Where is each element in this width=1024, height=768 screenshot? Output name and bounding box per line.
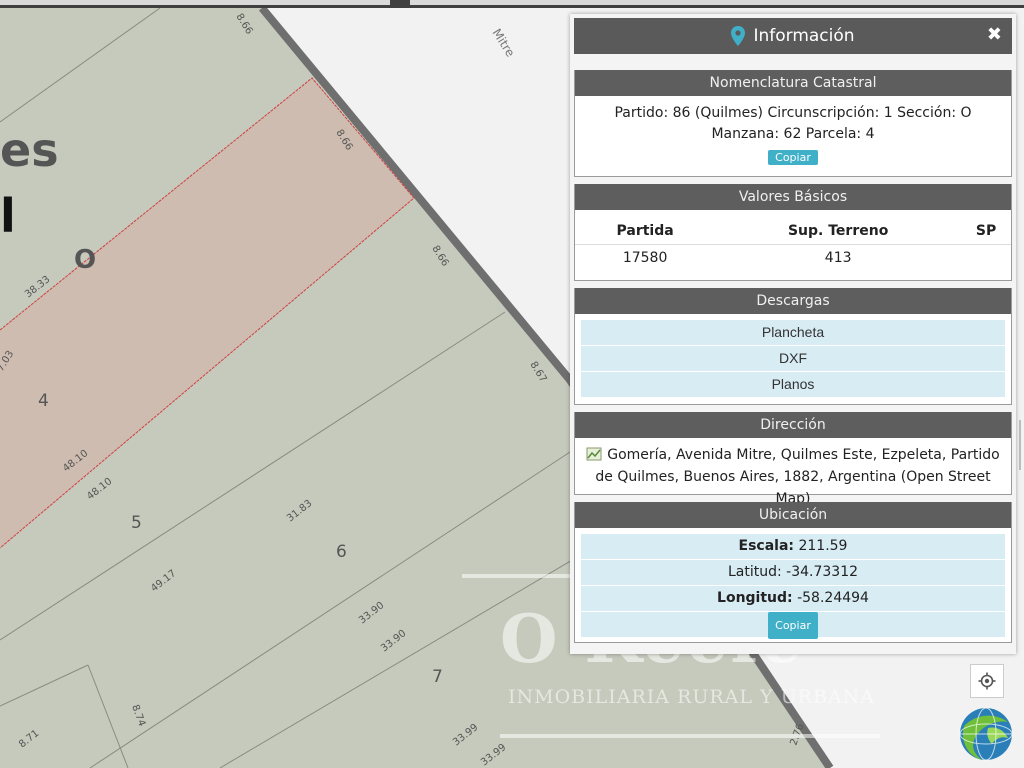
parcel-number: 5 [131, 513, 142, 533]
info-panel: Información ✖ Nomenclatura Catastral Par… [570, 14, 1016, 654]
map-pin-icon [731, 26, 746, 46]
table-cell: 413 [824, 250, 852, 266]
column-header: SP [961, 218, 1011, 245]
watermark-line [500, 734, 880, 738]
longitud-value: -58.24494 [797, 590, 869, 606]
section-header: Descargas [575, 288, 1011, 314]
address-text: Gomería, Avenida Mitre, Quilmes Este, Ez… [595, 447, 1000, 507]
download-planos-link[interactable]: Planos [581, 372, 1005, 398]
nomenclatura-text: Partido: 86 (Quilmes) Circunscripción: 1… [614, 105, 972, 142]
escala-label: Escala: [738, 538, 795, 554]
panel-title: Información [753, 26, 855, 46]
map-big-label-2: l [0, 189, 16, 243]
section-header: Nomenclatura Catastral [575, 70, 1011, 96]
panel-header: Información ✖ [574, 18, 1012, 54]
section-direccion: Dirección Gomería, Avenida Mitre, Quilme… [574, 412, 1012, 507]
parcel-number: 4 [38, 391, 49, 411]
table-cell [961, 245, 1011, 272]
latitud-value: -34.73312 [786, 564, 859, 580]
map-icon [586, 447, 602, 461]
watermark-subtitle: INMOBILIARIA RURAL Y URBANA [508, 686, 875, 708]
map-big-label-3: O [74, 245, 96, 275]
longitud-row: Longitud: -58.24494 [581, 586, 1005, 612]
copy-nomenclatura-button[interactable]: Copiar [768, 150, 818, 165]
section-header: Dirección [575, 412, 1011, 438]
escala-row: Escala: 211.59 [581, 534, 1005, 560]
table-cell: 17580 [622, 250, 668, 266]
globe-logo-icon[interactable] [958, 706, 1014, 762]
top-bar [0, 0, 1024, 8]
locate-button[interactable] [970, 664, 1004, 698]
parcel-number: 6 [336, 542, 347, 562]
section-header: Ubicación [575, 502, 1011, 528]
copy-ubicacion-button[interactable]: Copiar [768, 612, 818, 639]
table-row: 17580 413 [575, 245, 1011, 272]
close-icon[interactable]: ✖ [987, 24, 1002, 45]
crosshair-icon [978, 672, 996, 690]
download-plancheta-link[interactable]: Plancheta [581, 320, 1005, 346]
section-ubicacion: Ubicación Escala: 211.59 Latitud: -34.73… [574, 502, 1012, 643]
section-descargas: Descargas Plancheta DXF Planos [574, 288, 1012, 405]
latitud-row: Latitud: -34.73312 [581, 560, 1005, 586]
parcel-number: 7 [432, 667, 443, 687]
longitud-label: Longitud: [717, 590, 793, 606]
escala-value: 211.59 [798, 538, 848, 554]
section-nomenclatura: Nomenclatura Catastral Partido: 86 (Quil… [574, 70, 1012, 177]
download-dxf-link[interactable]: DXF [581, 346, 1005, 372]
section-header: Valores Básicos [575, 184, 1011, 210]
valores-table: Partida Sup. Terreno SP 17580 413 [575, 218, 1011, 271]
map-big-label-1: es [0, 123, 59, 177]
column-header: Sup. Terreno [715, 218, 962, 245]
column-header: Partida [575, 218, 716, 245]
latitud-label: Latitud: [727, 564, 782, 580]
section-valores-basicos: Valores Básicos Partida Sup. Terreno SP … [574, 184, 1012, 281]
